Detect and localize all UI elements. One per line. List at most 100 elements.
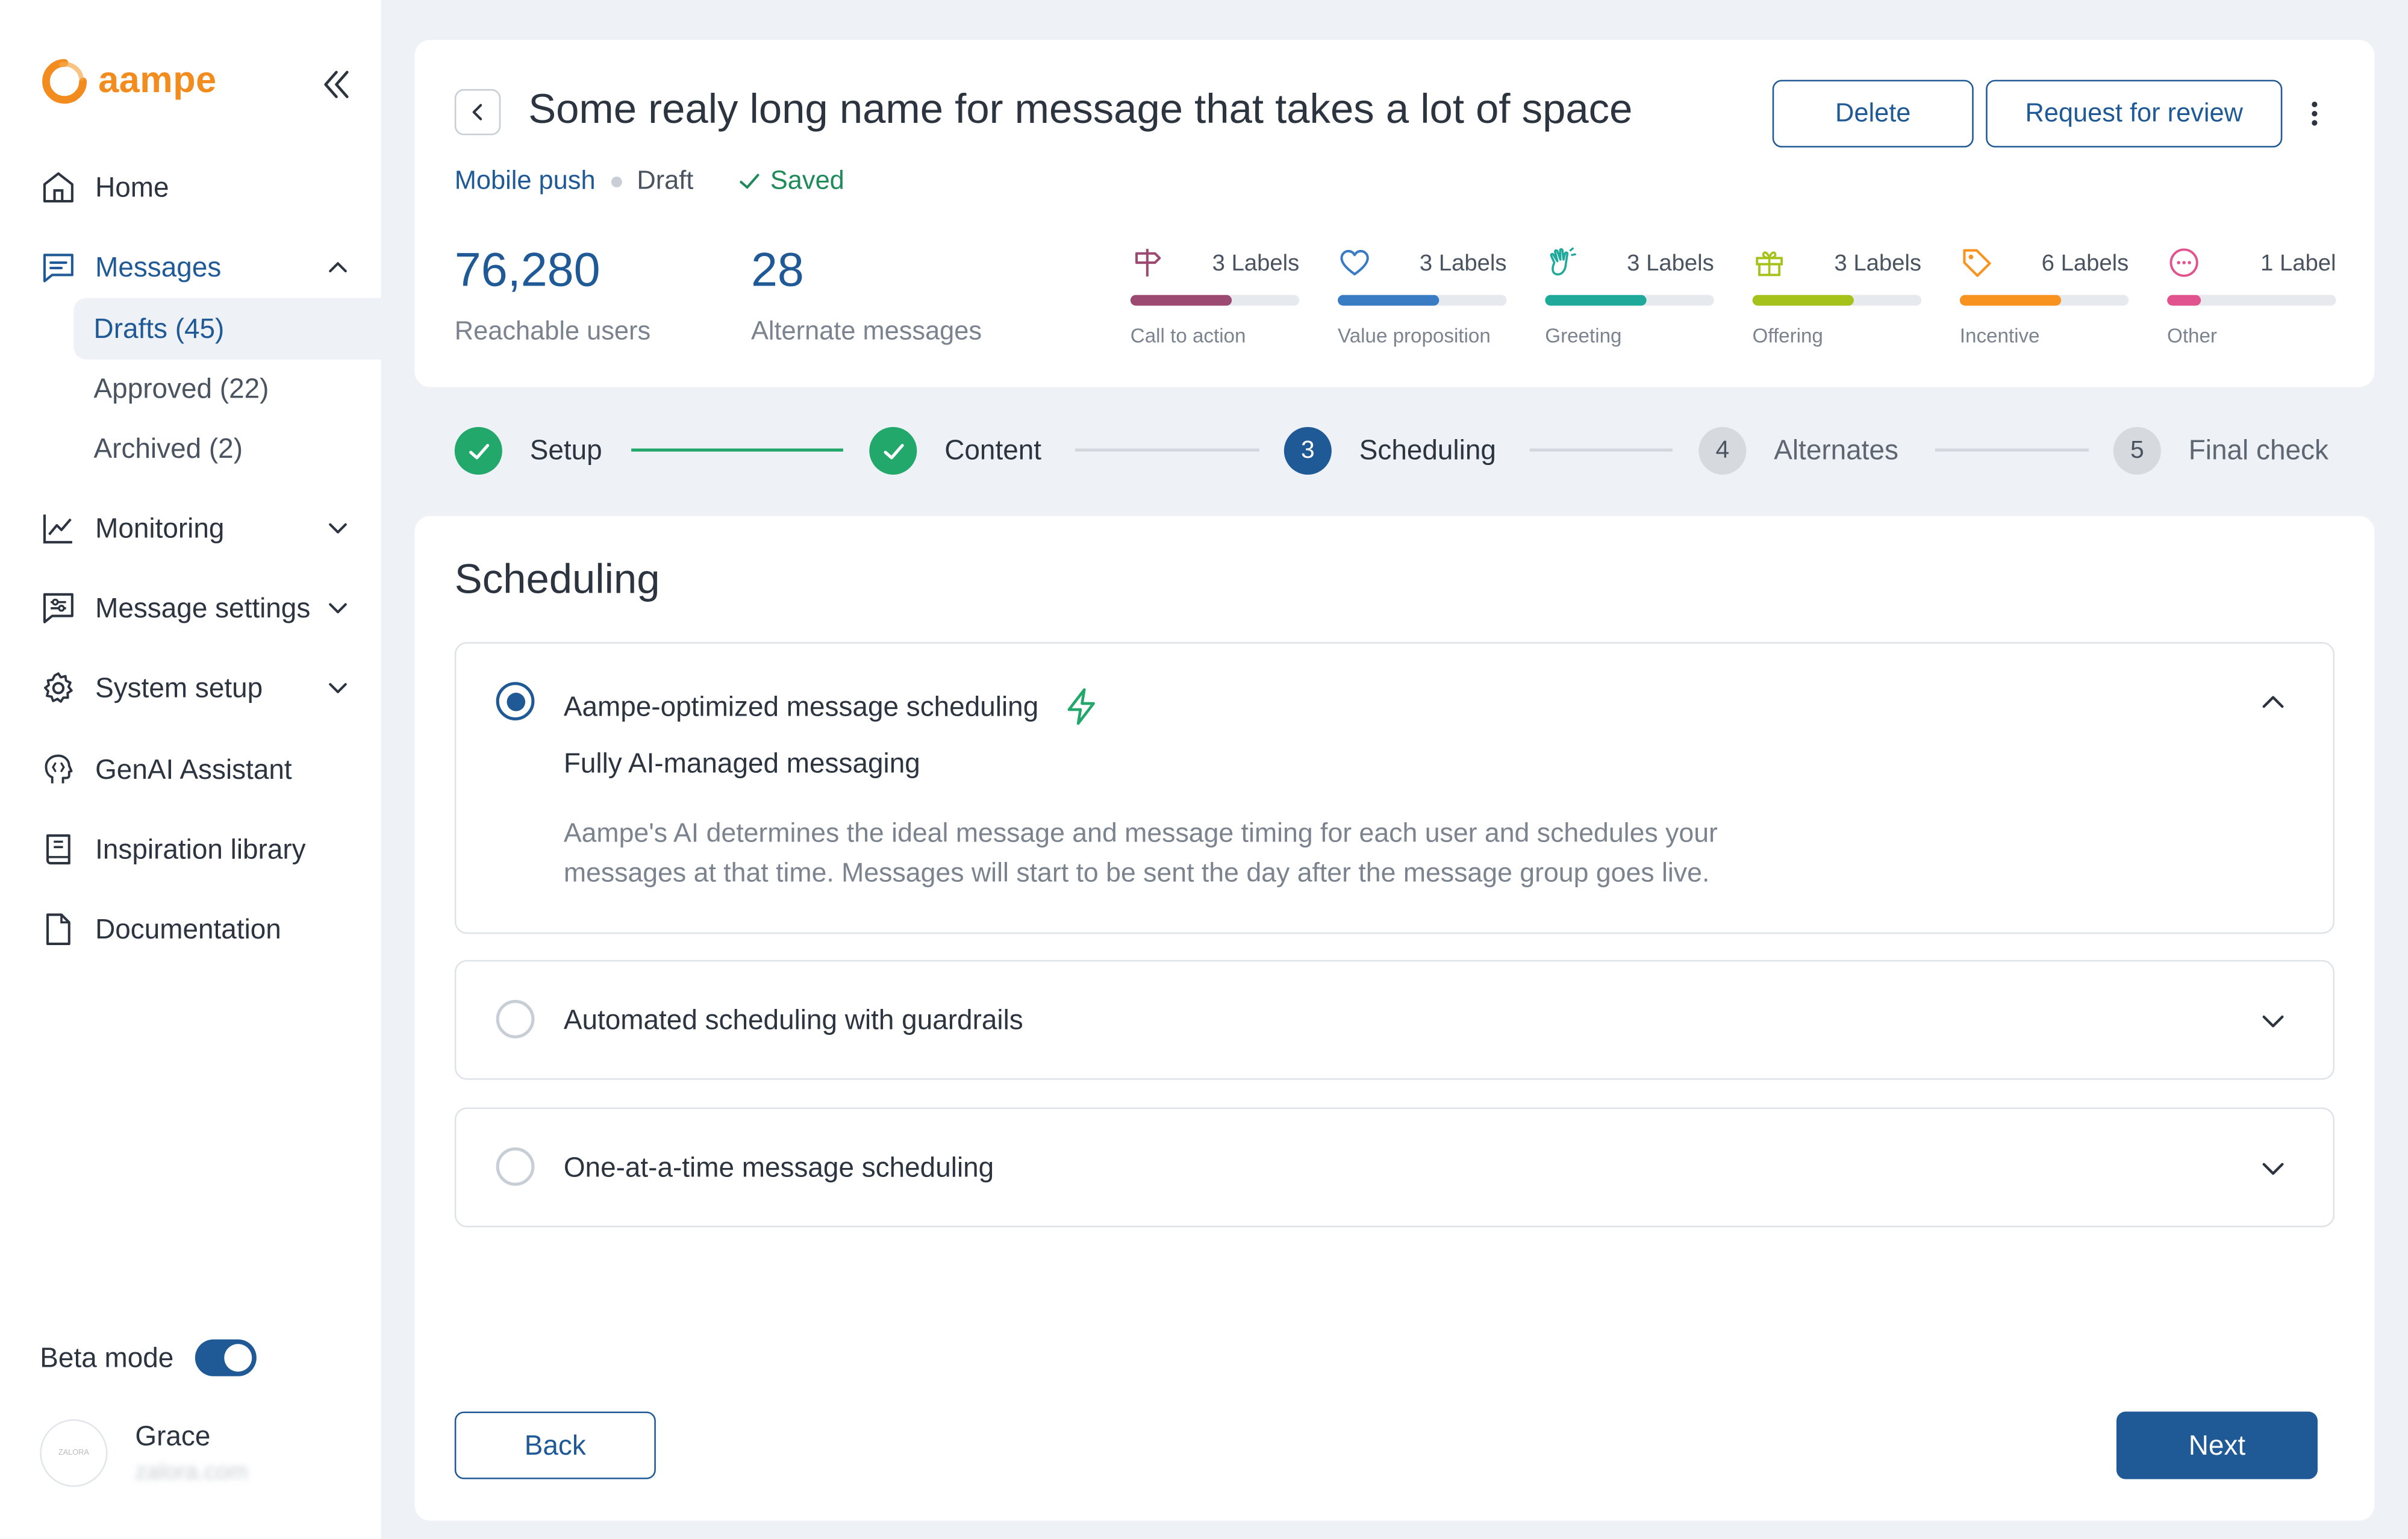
collapse-sidebar-button[interactable] [316,64,356,104]
label-summary-call-to-action[interactable]: 3 Labels Call to action [1130,246,1300,348]
label-count: 3 Labels [1212,249,1300,276]
back-nav-button[interactable] [454,89,501,136]
radio-selected[interactable] [496,682,535,720]
label-bar [2167,295,2336,306]
label-bar-fill [1338,295,1439,306]
sidebar-item-messages[interactable]: Messages [40,249,356,286]
sidebar-item-label: Message settings [95,592,311,623]
step-label: Setup [529,434,602,466]
label-summary-other[interactable]: 1 Label Other [2167,246,2336,347]
step-setup[interactable]: Setup [454,426,602,475]
step-alternates[interactable]: 4 Alternates [1698,426,1898,475]
label-count: 6 Labels [2041,249,2129,276]
label-count: 3 Labels [1627,249,1714,276]
avatar: ZALORA [40,1419,108,1487]
chart-line-icon [43,514,72,544]
sidebar-item-label: Inspiration library [95,833,306,864]
option-title: Automated scheduling with guardrails [563,1004,1023,1035]
waving-hand-icon [1550,247,1576,276]
label-summary-greeting[interactable]: 3 Labels Greeting [1545,246,1714,347]
sidebar-item-system-setup[interactable]: System setup [40,670,356,707]
label-bar-fill [1959,295,2062,306]
sidebar-item-label: GenAI Assistant [95,753,292,784]
sidebar-item-documentation[interactable]: Documentation [40,911,356,947]
label-name: Call to action [1130,324,1246,348]
step-number: 3 [1284,426,1332,475]
scheduling-card: Scheduling Aampe-optimized message sched… [414,516,2375,1521]
chevron-up-icon[interactable] [2256,685,2290,719]
step-connector [1529,448,1673,452]
kebab-menu-icon [2312,101,2318,126]
stat-value: 28 [750,242,804,297]
label-name: Greeting [1545,324,1622,348]
label-bar-fill [1752,295,1854,306]
label-bar [1545,295,1714,306]
delete-button[interactable]: Delete [1772,80,1974,148]
messages-icon [43,254,73,283]
check-icon [468,443,488,459]
next-button[interactable]: Next [2116,1411,2318,1479]
chevron-down-icon[interactable] [2256,1005,2290,1038]
label-summary-incentive[interactable]: 6 Labels Incentive [1959,246,2129,348]
step-connector [631,448,843,452]
user-profile[interactable]: ZALORA Grace zalora.com [40,1419,248,1487]
label-bar-fill [1130,295,1232,306]
stat-label: Alternate messages [750,316,982,346]
sidebar-subitem-drafts[interactable]: Drafts (45) [73,298,381,360]
ai-brain-icon [45,754,73,784]
sidebar: aampe Home Messages Drafts (45) Approved… [0,0,381,1539]
sidebar-subitem-archived[interactable]: Archived (2) [73,418,381,479]
back-button[interactable]: Back [454,1411,656,1479]
separator-dot [611,175,622,187]
request-review-button[interactable]: Request for review [1986,80,2283,148]
gear-icon [44,672,73,703]
step-final-check[interactable]: 5 Final check [2113,426,2328,475]
brand-logo[interactable]: aampe [40,58,216,104]
user-org: zalora.com [135,1459,248,1485]
user-name: Grace [135,1420,211,1452]
step-scheduling[interactable]: 3 Scheduling [1284,426,1496,475]
label-summary-value-proposition[interactable]: 3 Labels Value proposition [1338,246,1507,347]
sidebar-item-monitoring[interactable]: Monitoring [40,510,356,547]
sidebar-item-inspiration-library[interactable]: Inspiration library [40,831,356,868]
step-label: Content [944,434,1042,466]
sidebar-item-label: System setup [95,672,263,703]
step-connector [1935,448,2089,452]
more-options-button[interactable] [2298,95,2332,132]
option-title: One-at-a-time message scheduling [563,1152,994,1183]
chevron-down-icon [329,523,347,534]
message-meta: Mobile push Draft Saved [455,166,844,196]
step-complete-indicator [454,426,502,475]
label-bar [1752,295,1922,306]
ellipsis-circle-icon [2169,248,2198,277]
sidebar-item-genai-assistant[interactable]: GenAI Assistant [40,751,356,788]
avatar-text: ZALORA [58,1448,89,1458]
signpost-icon [1135,249,1161,276]
double-chevron-left-icon [324,70,349,98]
status-badge: Draft [637,166,694,195]
stat-value: 76,280 [454,242,600,297]
sidebar-item-label: Monitoring [95,512,225,543]
chevron-up-icon [329,262,347,273]
step-number: 5 [2113,426,2161,475]
step-number: 4 [1698,426,1747,475]
sidebar-item-label: Home [95,171,169,202]
sidebar-subitem-approved[interactable]: Approved (22) [73,358,381,419]
beta-mode: Beta mode [40,1339,257,1376]
label-count: 1 Label [2260,249,2336,276]
scheduling-option-one-at-a-time[interactable]: One-at-a-time message scheduling [454,1107,2335,1228]
scheduling-option-automated-guardrails[interactable]: Automated scheduling with guardrails [454,960,2335,1080]
sidebar-item-message-settings[interactable]: Message settings [40,590,356,626]
step-content[interactable]: Content [869,426,1042,475]
sidebar-item-home[interactable]: Home [40,169,356,206]
scheduling-option-aampe-optimized[interactable]: Aampe-optimized message scheduling Fully… [454,642,2335,934]
label-summary-offering[interactable]: 3 Labels Offering [1752,246,1922,347]
radio-unselected[interactable] [496,1147,535,1186]
beta-mode-toggle[interactable] [195,1339,257,1376]
message-settings-icon [43,593,73,623]
document-icon [46,913,70,946]
chevron-down-icon[interactable] [2256,1152,2290,1186]
option-subtitle: Fully AI-managed messaging [563,748,920,779]
label-name: Incentive [1959,324,2040,348]
radio-unselected[interactable] [496,1000,535,1038]
